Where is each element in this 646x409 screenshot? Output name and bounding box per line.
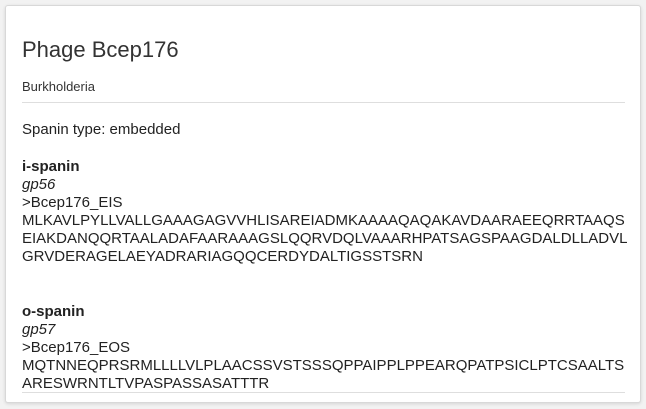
host-label: Burkholderia — [22, 79, 95, 94]
o-spanin-heading: o-spanin — [22, 303, 85, 320]
divider — [22, 102, 625, 103]
o-spanin-section: o-spanin gp57 >Bcep176_EOS MQTNNEQPRSRML… — [22, 303, 630, 393]
spanin-type: Spanin type: embedded — [22, 121, 181, 138]
o-spanin-sequence: MQTNNEQPRSRMLLLLVLPLAACSSVSTSSSQPPAIPPLP… — [22, 357, 625, 392]
i-spanin-sequence: MLKAVLPYLLVALLGAAAGAGVVHLISAREIADMKAAAAQ… — [22, 212, 628, 265]
o-spanin-fasta-header: >Bcep176_EOS — [22, 339, 130, 356]
i-spanin-fasta-header: >Bcep176_EIS — [22, 194, 123, 211]
page-title: Phage Bcep176 — [22, 37, 179, 62]
i-spanin-heading: i-spanin — [22, 158, 80, 175]
i-spanin-section: i-spanin gp56 >Bcep176_EIS MLKAVLPYLLVAL… — [22, 158, 630, 266]
phage-card: Phage Bcep176 Burkholderia Spanin type: … — [5, 5, 641, 403]
i-spanin-gene: gp56 — [22, 176, 56, 193]
divider — [22, 392, 625, 393]
o-spanin-gene: gp57 — [22, 321, 56, 338]
